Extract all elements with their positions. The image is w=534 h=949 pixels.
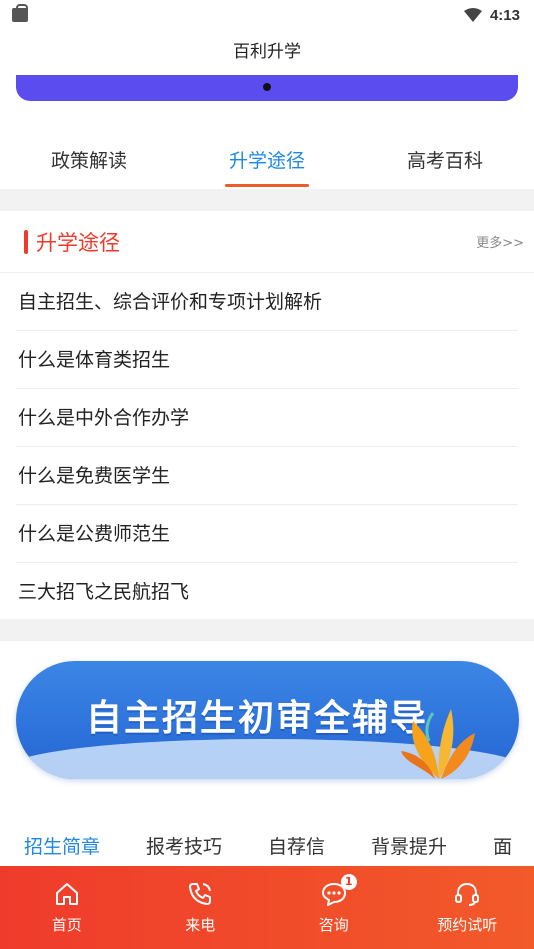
chip-recommendation-letter[interactable]: 自荐信	[268, 832, 325, 859]
chip-application-tips[interactable]: 报考技巧	[146, 832, 222, 859]
carousel-indicator	[263, 83, 271, 91]
tab-encyclopedia[interactable]: 高考百科	[356, 133, 534, 189]
nav-book-trial-label: 预约试听	[437, 916, 498, 934]
bottom-nav: 首页 来电 1 咨询 预约试听	[0, 866, 534, 949]
chip-admission-guide[interactable]: 招生简章	[24, 832, 100, 859]
banner-carousel[interactable]	[0, 75, 534, 133]
page-title: 百利升学	[0, 30, 534, 75]
category-chips: 招生简章 报考技巧 自荐信 背景提升 面	[0, 823, 534, 868]
nav-call[interactable]: 来电	[145, 880, 255, 935]
headset-icon	[455, 882, 480, 906]
list-item[interactable]: 三大招飞之民航招飞	[16, 563, 518, 621]
nav-home[interactable]: 首页	[12, 880, 122, 935]
nav-home-label: 首页	[51, 916, 82, 934]
section-title: 升学途径	[24, 227, 120, 257]
pathway-section: 升学途径 更多>> 自主招生、综合评价和专项计划解析 什么是体育类招生 什么是中…	[0, 211, 534, 619]
more-link[interactable]: 更多>>	[476, 232, 524, 251]
tab-policy[interactable]: 政策解读	[0, 133, 178, 189]
nav-book-trial[interactable]: 预约试听	[412, 880, 522, 935]
list-item[interactable]: 什么是体育类招生	[16, 331, 518, 389]
wifi-icon	[463, 8, 482, 22]
status-right: 4:13	[463, 6, 520, 24]
home-icon	[55, 883, 78, 905]
chip-background-boost[interactable]: 背景提升	[371, 832, 447, 859]
ad-banner-wrap: 自主招生初审全辅导	[0, 641, 534, 823]
section-title-text: 升学途径	[36, 230, 120, 255]
section-header: 升学途径 更多>>	[0, 211, 534, 273]
chip-interview[interactable]: 面	[493, 832, 512, 859]
nav-consult-label: 咨询	[318, 916, 349, 934]
nav-call-label: 来电	[185, 916, 216, 934]
tab-pathway[interactable]: 升学途径	[178, 133, 356, 189]
list-item[interactable]: 自主招生、综合评价和专项计划解析	[16, 273, 518, 331]
status-bar: 4:13	[0, 0, 534, 30]
list-item[interactable]: 什么是公费师范生	[16, 505, 518, 563]
ad-banner[interactable]: 自主招生初审全辅导	[16, 661, 519, 779]
list-item[interactable]: 什么是中外合作办学	[16, 389, 518, 447]
unread-badge: 1	[340, 874, 357, 890]
list-item[interactable]: 什么是免费医学生	[16, 447, 518, 505]
ad-banner-text: 自主招生初审全辅导	[86, 698, 429, 739]
status-time: 4:13	[489, 6, 520, 24]
plant-icon	[401, 709, 475, 779]
section-marker	[24, 229, 28, 254]
shopping-bag-icon	[12, 4, 28, 22]
phone-icon	[189, 883, 212, 905]
banner-image[interactable]	[16, 75, 518, 101]
category-tabs: 政策解读 升学途径 高考百科	[0, 133, 534, 189]
nav-consult[interactable]: 1 咨询	[279, 874, 389, 935]
